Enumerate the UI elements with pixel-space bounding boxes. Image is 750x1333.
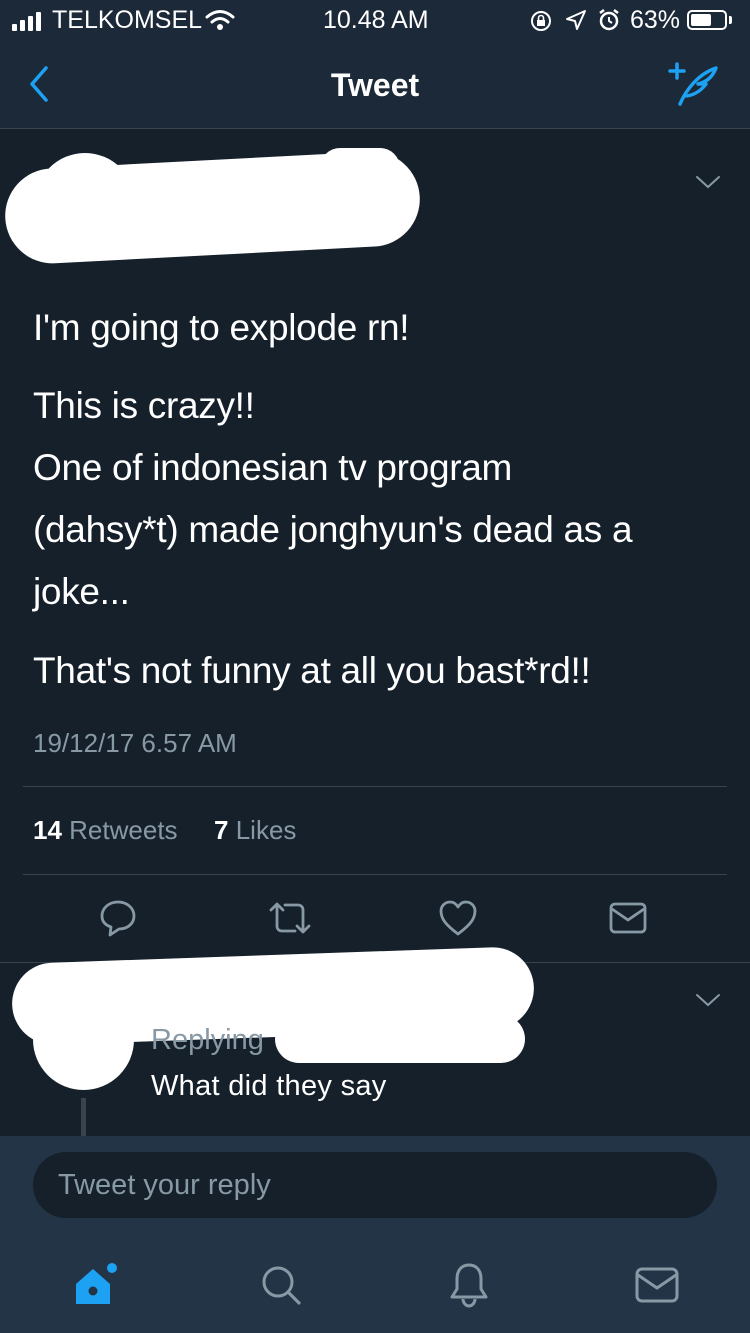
tweet-text-line: joke...: [33, 571, 130, 612]
battery-percent: 63%: [630, 6, 681, 34]
retweets-stat[interactable]: 14 Retweets: [33, 815, 178, 846]
message-icon[interactable]: [608, 900, 648, 941]
battery-tip: [729, 16, 732, 24]
messages-icon[interactable]: [630, 1258, 684, 1312]
nav-divider: [0, 128, 750, 129]
alarm-icon: [597, 8, 621, 37]
retweets-label: Retweets: [69, 815, 178, 845]
likes-label: Likes: [235, 815, 297, 845]
search-icon[interactable]: [254, 1258, 308, 1312]
page-title: Tweet: [330, 67, 420, 103]
redaction-mark: [275, 1015, 525, 1063]
home-icon[interactable]: [68, 1258, 122, 1312]
likes-stat[interactable]: 7 Likes: [214, 815, 296, 846]
tweet-text-line: I'm going to explode rn!: [33, 307, 410, 348]
likes-count: 7: [214, 815, 229, 845]
tweet-text-line: One of indonesian tv program: [33, 447, 513, 488]
tweet-text-line: That's not funny at all you bast*rd!!: [33, 650, 591, 691]
wifi-icon: [205, 9, 235, 36]
reply-text: What did they say: [151, 1070, 387, 1102]
chevron-down-icon[interactable]: [693, 172, 723, 197]
carrier-name: TELKOMSEL: [52, 6, 203, 34]
notifications-icon[interactable]: [442, 1258, 496, 1312]
reply-icon[interactable]: [98, 898, 138, 943]
replying-label: Replying: [151, 1024, 264, 1056]
battery-icon: [687, 10, 727, 30]
reply-input[interactable]: [33, 1152, 717, 1218]
like-icon[interactable]: [438, 899, 478, 942]
rotation-lock-icon: [529, 9, 553, 38]
divider: [23, 786, 727, 787]
compose-tweet-icon[interactable]: [668, 62, 720, 108]
tweet-text-line: This is crazy!!: [33, 385, 255, 426]
thread-line: [81, 1098, 86, 1138]
retweet-icon[interactable]: [267, 900, 313, 941]
retweets-count: 14: [33, 815, 62, 845]
status-time: 10.48 AM: [323, 6, 429, 34]
signal-icon: [12, 12, 41, 31]
tweet-timestamp[interactable]: 19/12/17 6.57 AM: [33, 728, 237, 759]
redaction-mark: [320, 148, 400, 188]
reply-chevron-down-icon[interactable]: [693, 990, 723, 1015]
location-icon: [565, 9, 587, 36]
divider: [23, 874, 727, 875]
tweet-text-line: (dahsy*t) made jonghyun's dead as a: [33, 509, 633, 550]
